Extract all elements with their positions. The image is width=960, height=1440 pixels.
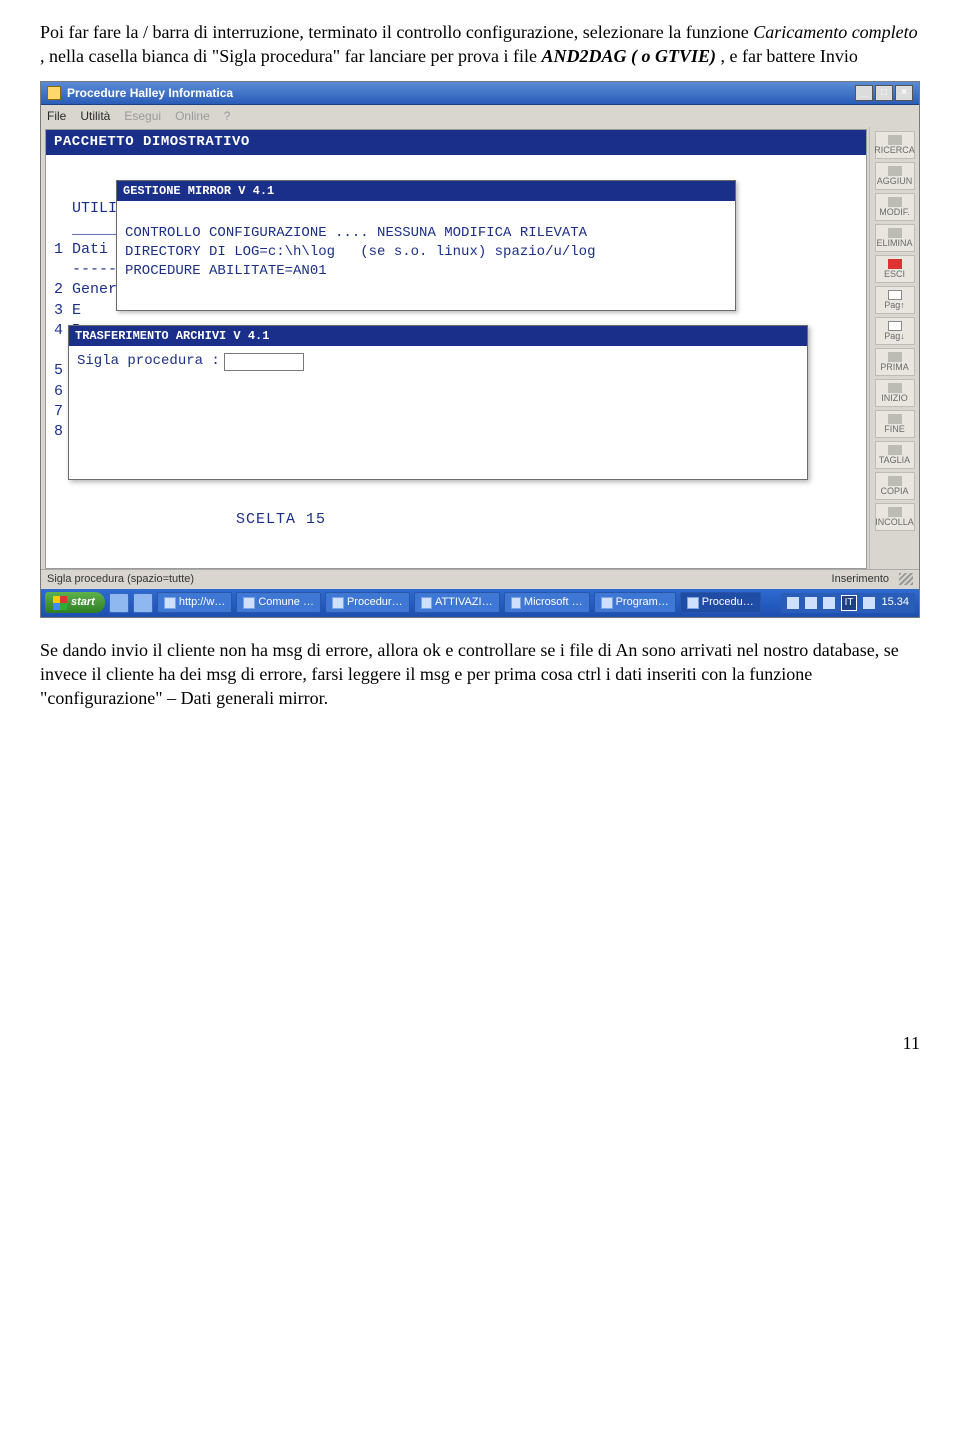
status-right: Inserimento bbox=[832, 572, 889, 587]
paste-icon bbox=[888, 507, 902, 517]
task-program[interactable]: Program… bbox=[594, 592, 676, 613]
mirror-line3: PROCEDURE ABILITATE=AN01 bbox=[125, 263, 327, 279]
tool-ricerca[interactable]: RICERCA bbox=[875, 131, 915, 159]
task-icon bbox=[421, 597, 432, 609]
tool-pagedown[interactable]: Pag↓ bbox=[875, 317, 915, 345]
trash-icon bbox=[888, 228, 902, 238]
sigla-input[interactable] bbox=[224, 353, 304, 371]
menu-help[interactable]: ? bbox=[224, 108, 231, 124]
task-microsoft[interactable]: Microsoft … bbox=[504, 592, 590, 613]
tool-elimina[interactable]: ELIMINA bbox=[875, 224, 915, 252]
tool-inizio[interactable]: INIZIO bbox=[875, 379, 915, 407]
statusbar: Sigla procedura (spazio=tutte) Inserimen… bbox=[41, 569, 919, 589]
tool-fine[interactable]: FINE bbox=[875, 410, 915, 438]
app-icon bbox=[47, 86, 61, 100]
intro-part-c: , nella casella bianca di "Sigla procedu… bbox=[40, 46, 541, 66]
task-http[interactable]: http://w… bbox=[157, 592, 232, 613]
tool-prima[interactable]: PRIMA bbox=[875, 348, 915, 376]
transfer-panel-title: TRASFERIMENTO ARCHIVI V 4.1 bbox=[69, 326, 807, 346]
copy-icon bbox=[888, 476, 902, 486]
mirror-line2: DIRECTORY DI LOG=c:\h\log (se s.o. linux… bbox=[125, 244, 595, 260]
resize-grip-icon[interactable] bbox=[899, 573, 913, 585]
search-icon bbox=[888, 135, 902, 145]
mirror-panel-body: CONTROLLO CONFIGURAZIONE .... NESSUNA MO… bbox=[117, 201, 735, 309]
task-icon bbox=[164, 597, 176, 609]
transfer-panel: TRASFERIMENTO ARCHIVI V 4.1 Sigla proced… bbox=[68, 325, 808, 480]
right-toolbar: RICERCA AGGIUN MODIF. ELIMINA ESCI Pag↑ … bbox=[869, 127, 919, 569]
status-left: Sigla procedura (spazio=tutte) bbox=[47, 572, 194, 587]
bg-blank bbox=[54, 180, 63, 197]
tool-modif[interactable]: MODIF. bbox=[875, 193, 915, 221]
intro-paragraph: Poi far fare la / barra di interruzione,… bbox=[40, 20, 920, 69]
tray-icon[interactable] bbox=[863, 597, 875, 609]
first-icon bbox=[888, 352, 902, 362]
minimize-button[interactable]: _ bbox=[855, 85, 873, 101]
application-window: Procedure Halley Informatica _ □ × File … bbox=[40, 81, 920, 618]
intro-part-a: Poi far fare la / barra di interruzione,… bbox=[40, 22, 753, 42]
task-comune[interactable]: Comune … bbox=[236, 592, 321, 613]
bg-line3: 3 E bbox=[54, 302, 81, 319]
titlebar: Procedure Halley Informatica _ □ × bbox=[41, 82, 919, 105]
menu-online[interactable]: Online bbox=[175, 108, 210, 124]
tool-taglia[interactable]: TAGLIA bbox=[875, 441, 915, 469]
close-button[interactable]: × bbox=[895, 85, 913, 101]
task-attivazi[interactable]: ATTIVAZI… bbox=[414, 592, 500, 613]
task-icon bbox=[511, 597, 521, 609]
menu-utilita[interactable]: Utilità bbox=[80, 108, 110, 124]
mirror-line1: CONTROLLO CONFIGURAZIONE .... NESSUNA MO… bbox=[125, 225, 587, 241]
tool-copia[interactable]: COPIA bbox=[875, 472, 915, 500]
end-icon bbox=[888, 414, 902, 424]
tool-incolla[interactable]: INCOLLA bbox=[875, 503, 915, 531]
tool-aggiun[interactable]: AGGIUN bbox=[875, 162, 915, 190]
banner: PACCHETTO DIMOSTRATIVO bbox=[46, 130, 866, 155]
system-tray: IT 15.34 bbox=[781, 593, 915, 613]
task-procedur[interactable]: Procedur… bbox=[325, 592, 410, 613]
workspace: PACCHETTO DIMOSTRATIVO UTILITA ________ … bbox=[45, 129, 867, 569]
tray-icon[interactable] bbox=[787, 597, 799, 609]
pagedown-icon bbox=[888, 321, 902, 331]
intro-part-b: Caricamento completo bbox=[753, 22, 917, 42]
start-button[interactable]: start bbox=[45, 592, 105, 613]
task-procedu-active[interactable]: Procedu… bbox=[680, 592, 761, 613]
task-icon bbox=[243, 597, 255, 609]
intro-part-d: AND2DAG ( o GTVIE) bbox=[541, 46, 716, 66]
language-indicator[interactable]: IT bbox=[841, 595, 858, 611]
tool-pageup[interactable]: Pag↑ bbox=[875, 286, 915, 314]
cut-icon bbox=[888, 445, 902, 455]
task-icon bbox=[687, 597, 699, 609]
clock: 15.34 bbox=[881, 595, 909, 610]
sigla-label: Sigla procedura : bbox=[77, 352, 220, 371]
windows-logo-icon bbox=[53, 596, 67, 610]
tray-icon[interactable] bbox=[823, 597, 835, 609]
intro-part-e: , e far battere Invio bbox=[720, 46, 857, 66]
menu-esegui[interactable]: Esegui bbox=[124, 108, 161, 124]
tray-icon[interactable] bbox=[805, 597, 817, 609]
outro-paragraph: Se dando invio il cliente non ha msg di … bbox=[40, 638, 920, 711]
plus-icon bbox=[888, 166, 902, 176]
tool-esci[interactable]: ESCI bbox=[875, 255, 915, 283]
menubar: File Utilità Esegui Online ? bbox=[41, 105, 919, 127]
taskbar: start http://w… Comune … Procedur… ATTIV… bbox=[41, 589, 919, 617]
task-icon bbox=[601, 597, 613, 609]
exit-icon bbox=[888, 259, 902, 269]
menu-file[interactable]: File bbox=[47, 108, 66, 124]
window-title: Procedure Halley Informatica bbox=[67, 85, 233, 101]
mirror-panel-title: GESTIONE MIRROR V 4.1 bbox=[117, 181, 735, 201]
pageup-icon bbox=[888, 290, 902, 300]
quicklaunch-desktop-icon[interactable] bbox=[133, 593, 153, 613]
page-number: 11 bbox=[40, 1031, 920, 1055]
quicklaunch-ie-icon[interactable] bbox=[109, 593, 129, 613]
task-icon bbox=[332, 597, 344, 609]
scelta-label: SCELTA 15 bbox=[236, 510, 326, 530]
pencil-icon bbox=[888, 197, 902, 207]
home-icon bbox=[888, 383, 902, 393]
mirror-panel: GESTIONE MIRROR V 4.1 CONTROLLO CONFIGUR… bbox=[116, 180, 736, 311]
maximize-button[interactable]: □ bbox=[875, 85, 893, 101]
